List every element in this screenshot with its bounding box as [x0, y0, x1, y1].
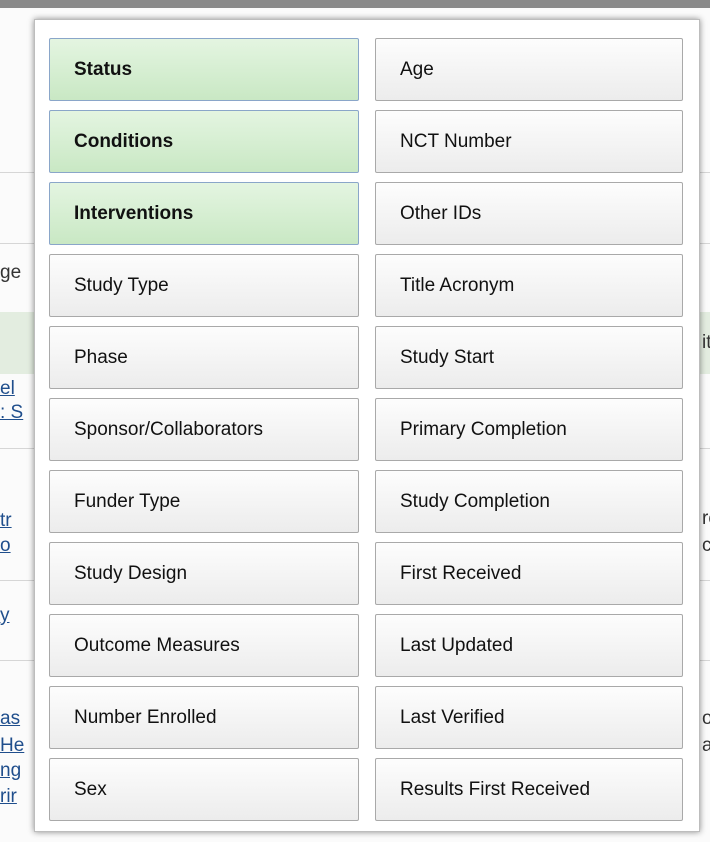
background-link-fragment[interactable]: He [0, 735, 24, 757]
column-toggle-sponsor-collaborators[interactable]: Sponsor/Collaborators [49, 398, 359, 461]
column-toggle-nct-number[interactable]: NCT Number [375, 110, 683, 173]
column-chooser-popup: Status Age Conditions NCT Number Interventio… [34, 19, 700, 832]
column-toggle-results-first-received[interactable]: Results First Received [375, 758, 683, 821]
column-toggle-other-ids[interactable]: Other IDs [375, 182, 683, 245]
column-toggle-study-completion[interactable]: Study Completion [375, 470, 683, 533]
column-toggle-title-acronym[interactable]: Title Acronym [375, 254, 683, 317]
background-link-fragment[interactable]: : S [0, 402, 23, 424]
column-toggle-last-verified[interactable]: Last Verified [375, 686, 683, 749]
background-text-fragment: ge [0, 262, 22, 283]
background-link-fragment[interactable]: as [0, 708, 20, 730]
column-toggle-outcome-measures[interactable]: Outcome Measures [49, 614, 359, 677]
column-toggle-study-type[interactable]: Study Type [49, 254, 359, 317]
column-toggle-status[interactable]: Status [49, 38, 359, 101]
column-toggle-study-design[interactable]: Study Design [49, 542, 359, 605]
column-toggle-phase[interactable]: Phase [49, 326, 359, 389]
column-options-grid: Status Age Conditions NCT Number Interventio… [49, 38, 683, 821]
background-text-fragment: or [702, 708, 710, 729]
background-link-fragment[interactable]: tr [0, 510, 12, 532]
background-text-fragment: a [702, 735, 710, 756]
background-link-fragment[interactable]: y [0, 605, 10, 627]
column-toggle-funder-type[interactable]: Funder Type [49, 470, 359, 533]
column-toggle-interventions[interactable]: Interventions [49, 182, 359, 245]
column-toggle-sex[interactable]: Sex [49, 758, 359, 821]
background-text-fragment: re [702, 508, 710, 529]
column-toggle-last-updated[interactable]: Last Updated [375, 614, 683, 677]
column-toggle-first-received[interactable]: First Received [375, 542, 683, 605]
column-toggle-number-enrolled[interactable]: Number Enrolled [49, 686, 359, 749]
background-link-fragment[interactable]: rir [0, 786, 17, 808]
column-toggle-age[interactable]: Age [375, 38, 683, 101]
column-toggle-primary-completion[interactable]: Primary Completion [375, 398, 683, 461]
background-text-fragment: c [702, 535, 710, 556]
background-text-fragment: it [702, 332, 710, 353]
column-toggle-study-start[interactable]: Study Start [375, 326, 683, 389]
background-toolbar-strip [0, 0, 710, 8]
background-link-fragment[interactable]: o [0, 535, 11, 557]
column-toggle-conditions[interactable]: Conditions [49, 110, 359, 173]
background-bottom [0, 842, 710, 852]
background-link-fragment[interactable]: el [0, 378, 15, 400]
background-link-fragment[interactable]: ng [0, 760, 21, 782]
